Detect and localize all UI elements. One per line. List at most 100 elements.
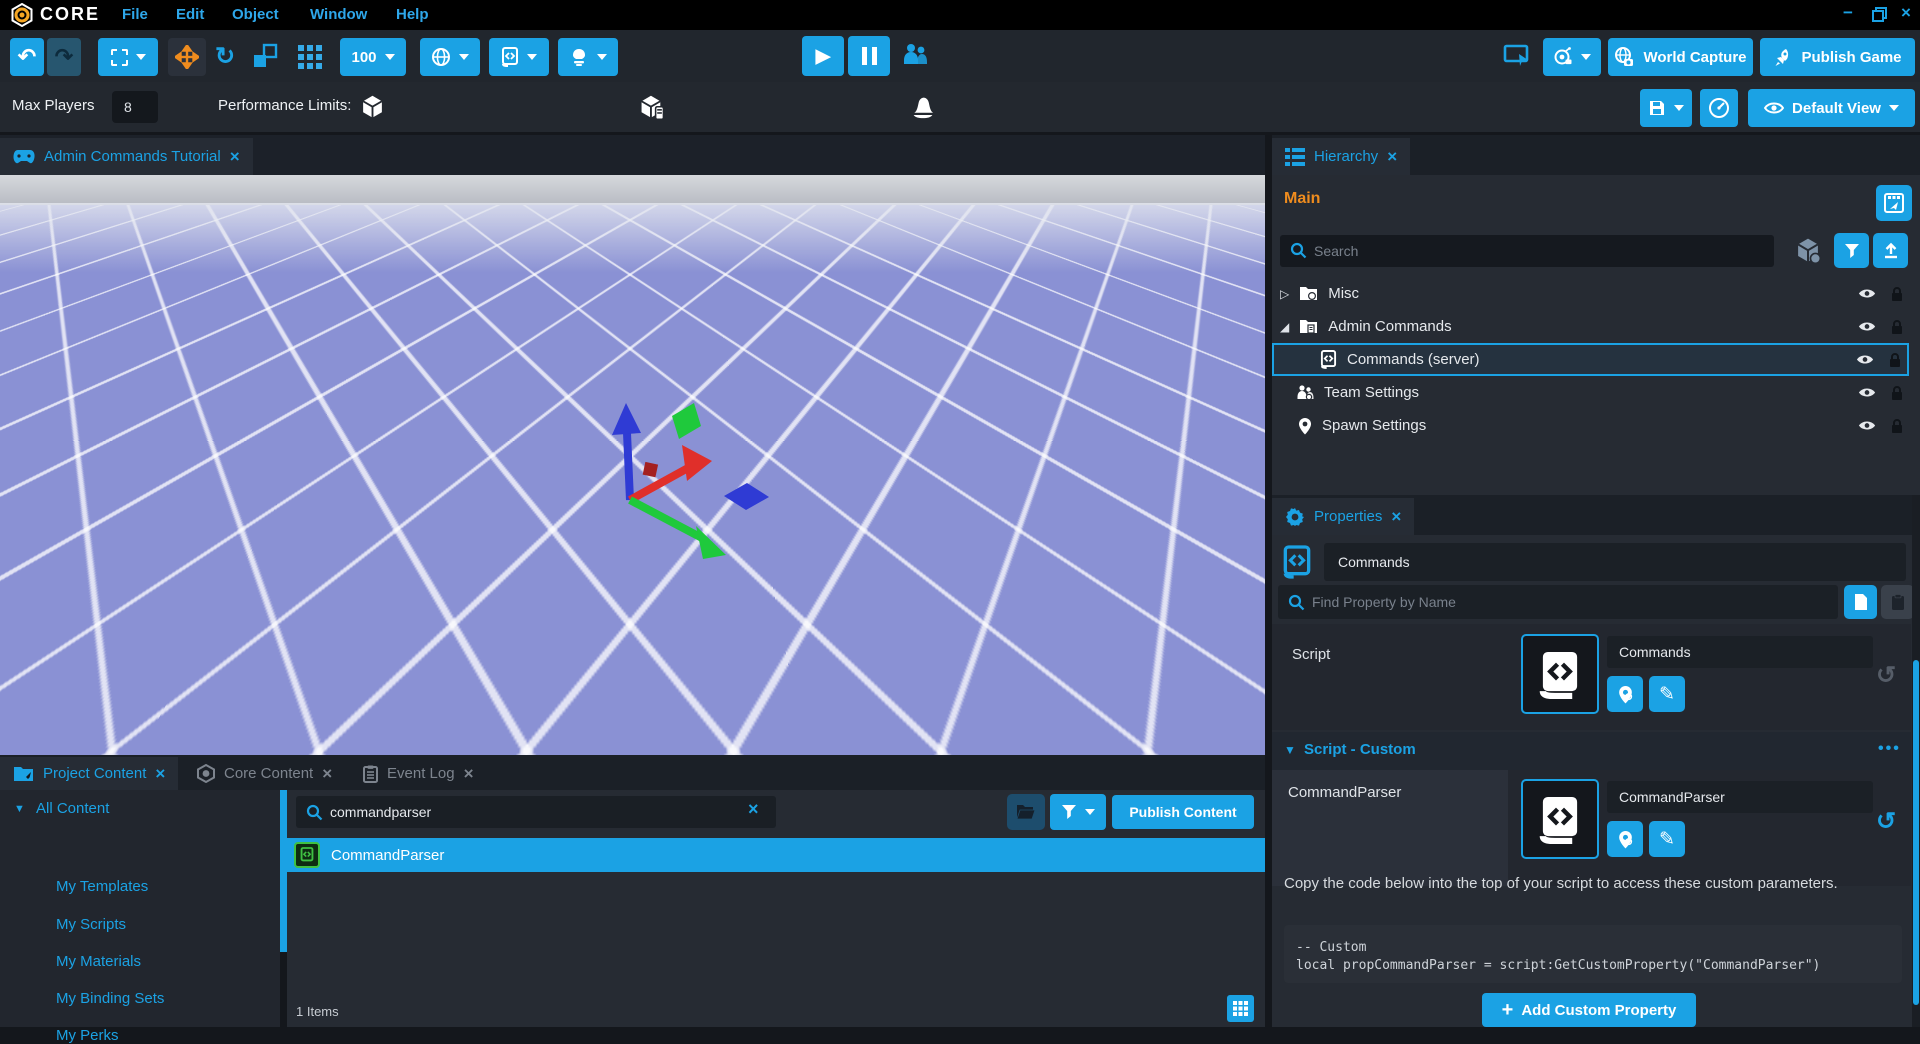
find-asset-in-content-button[interactable]: [1607, 821, 1643, 857]
tree-row-spawn-settings[interactable]: Spawn Settings: [1272, 409, 1911, 442]
hierarchy-export-button[interactable]: [1873, 233, 1908, 268]
redo-button[interactable]: ↷: [47, 38, 81, 76]
viewport-3d[interactable]: [0, 175, 1265, 755]
multiplayer-preview-icon[interactable]: [900, 42, 930, 70]
panel-divider[interactable]: [1265, 135, 1272, 1027]
object-name-field[interactable]: [1324, 543, 1906, 581]
close-tab-icon[interactable]: ×: [1387, 147, 1397, 167]
pause-button[interactable]: [848, 36, 890, 76]
tree-my-binding-sets[interactable]: My Binding Sets: [56, 990, 164, 1007]
default-view-dropdown[interactable]: Default View: [1748, 89, 1915, 127]
add-custom-property-button[interactable]: + Add Custom Property: [1482, 993, 1696, 1027]
script-dropdown[interactable]: [489, 38, 549, 76]
paste-properties-button[interactable]: [1881, 585, 1914, 619]
expand-all-content-icon[interactable]: ▼: [14, 803, 25, 815]
tree-row-team-settings[interactable]: Team Settings: [1272, 376, 1911, 409]
scene-root-label[interactable]: Main: [1284, 190, 1320, 208]
close-tab-icon[interactable]: ×: [230, 147, 240, 167]
visibility-eye-icon[interactable]: [1856, 353, 1874, 366]
publish-game-button[interactable]: Publish Game: [1760, 38, 1915, 76]
max-players-field[interactable]: 8: [112, 91, 158, 123]
script-custom-header[interactable]: ▼ Script - Custom •••: [1272, 732, 1911, 770]
close-tab-icon[interactable]: ×: [464, 764, 474, 784]
restore-icon[interactable]: [1872, 7, 1887, 22]
custom-property-value-field[interactable]: CommandParser: [1607, 781, 1873, 813]
tree-my-scripts[interactable]: My Scripts: [56, 916, 126, 933]
menu-file[interactable]: File: [122, 6, 148, 23]
hierarchy-search-input[interactable]: [1280, 235, 1774, 267]
clear-search-icon[interactable]: ×: [748, 799, 759, 820]
tab-core-content[interactable]: Core Content ×: [184, 757, 345, 790]
reset-script-icon[interactable]: ↺: [1876, 664, 1896, 688]
preview-screen-icon[interactable]: [1503, 43, 1531, 67]
visibility-eye-icon[interactable]: [1858, 419, 1876, 432]
content-search-input[interactable]: [296, 796, 776, 828]
performance-gauge-button[interactable]: [1700, 89, 1738, 127]
tab-scene[interactable]: Admin Commands Tutorial ×: [0, 138, 253, 175]
tree-all-content[interactable]: All Content: [36, 800, 109, 817]
tree-my-materials[interactable]: My Materials: [56, 953, 141, 970]
undo-button[interactable]: ↶: [10, 38, 44, 76]
tab-project-content[interactable]: Project Content ×: [0, 757, 178, 790]
section-collapse-icon[interactable]: ▼: [1284, 743, 1296, 757]
properties-scrollbar-track[interactable]: [1912, 495, 1920, 1027]
find-property-input[interactable]: [1278, 585, 1838, 619]
capture-camera-dropdown[interactable]: [1543, 38, 1601, 76]
lock-icon[interactable]: [1890, 385, 1904, 401]
copy-properties-button[interactable]: [1844, 585, 1877, 619]
reset-custom-property-icon[interactable]: ↺: [1876, 810, 1896, 834]
tree-row-misc[interactable]: ▷ Misc: [1272, 277, 1911, 310]
content-tree-scrollbar-track[interactable]: [280, 790, 287, 1027]
custom-script-asset-icon[interactable]: [1521, 779, 1599, 859]
select-tool-dropdown[interactable]: [98, 38, 158, 76]
find-script-in-scene-button[interactable]: [1607, 676, 1643, 712]
visibility-eye-icon[interactable]: [1858, 320, 1876, 333]
visibility-eye-icon[interactable]: [1858, 287, 1876, 300]
move-tool-button[interactable]: [168, 38, 206, 76]
object-dropdown[interactable]: [558, 38, 618, 76]
hierarchy-filter-button[interactable]: [1834, 233, 1869, 268]
tab-hierarchy[interactable]: Hierarchy ×: [1272, 138, 1410, 175]
tree-row-admin-commands[interactable]: ◢ Admin Commands: [1272, 310, 1911, 343]
menu-window[interactable]: Window: [310, 6, 367, 23]
open-folder-button[interactable]: [1007, 794, 1045, 830]
collapse-icon[interactable]: ◢: [1280, 320, 1289, 334]
visibility-eye-icon[interactable]: [1858, 386, 1876, 399]
menu-edit[interactable]: Edit: [176, 6, 204, 23]
world-capture-button[interactable]: World Capture: [1608, 38, 1753, 76]
script-value-field[interactable]: Commands: [1607, 636, 1873, 668]
grid-view-button[interactable]: [1227, 995, 1254, 1022]
lock-icon[interactable]: [1890, 319, 1904, 335]
lock-icon[interactable]: [1890, 286, 1904, 302]
content-filter-dropdown[interactable]: [1050, 794, 1106, 830]
menu-help[interactable]: Help: [396, 6, 429, 23]
close-tab-icon[interactable]: ×: [322, 764, 332, 784]
edit-script-button[interactable]: ✎: [1649, 676, 1685, 712]
tree-row-commands-server[interactable]: Commands (server): [1272, 343, 1909, 376]
custom-params-code[interactable]: -- Custom local propCommandParser = scri…: [1284, 925, 1902, 983]
close-tab-icon[interactable]: ×: [155, 764, 165, 784]
scale-tool-icon[interactable]: [252, 43, 278, 69]
lock-icon[interactable]: [1890, 418, 1904, 434]
grid-size-dropdown[interactable]: 100: [340, 38, 406, 76]
script-asset-icon[interactable]: [1521, 634, 1599, 714]
content-tree-scrollbar-thumb[interactable]: [280, 790, 287, 952]
play-button[interactable]: ▶: [802, 36, 844, 76]
close-tab-icon[interactable]: ×: [1391, 507, 1401, 527]
save-dropdown[interactable]: [1640, 89, 1692, 127]
transform-gizmo[interactable]: [0, 175, 1265, 755]
tree-my-templates[interactable]: My Templates: [56, 878, 148, 895]
properties-scrollbar-thumb[interactable]: [1913, 660, 1919, 1005]
section-menu-icon[interactable]: •••: [1878, 740, 1901, 758]
content-item-row-selected[interactable]: CommandParser: [287, 838, 1265, 872]
tab-event-log[interactable]: Event Log ×: [350, 757, 487, 790]
expand-icon[interactable]: ▷: [1280, 287, 1289, 301]
scene-manager-button[interactable]: [1876, 185, 1912, 221]
template-cube-icon[interactable]: [1794, 237, 1822, 265]
grid-snap-icon[interactable]: [298, 45, 322, 69]
close-window-icon[interactable]: ×: [1901, 3, 1911, 23]
minimize-icon[interactable]: −: [1843, 3, 1853, 23]
menu-object[interactable]: Object: [232, 6, 279, 23]
tab-properties[interactable]: Properties ×: [1272, 498, 1414, 535]
tree-my-perks[interactable]: My Perks: [56, 1027, 119, 1044]
